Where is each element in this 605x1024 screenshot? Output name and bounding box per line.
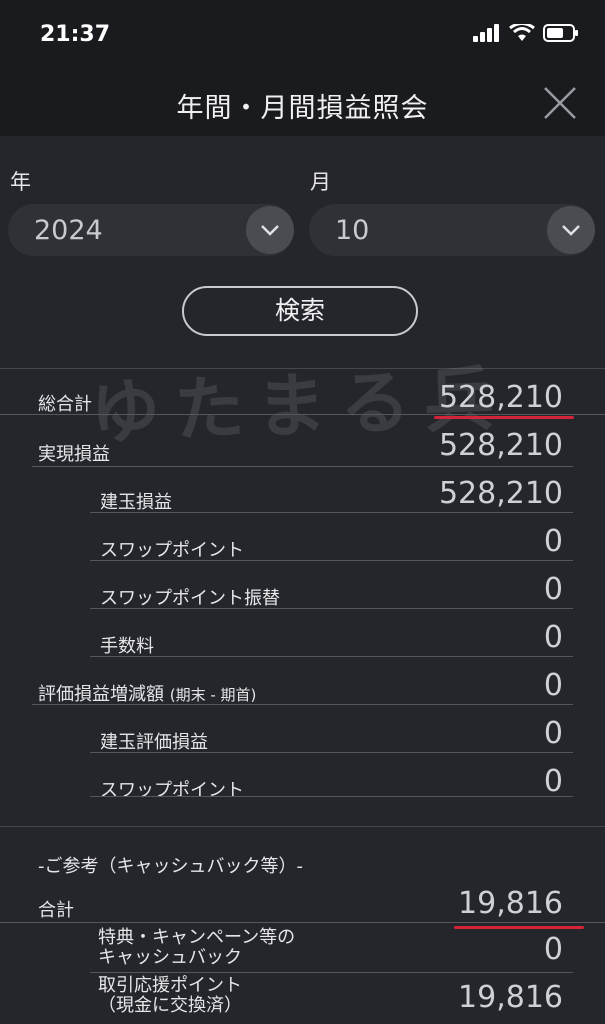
summary-row: 建玉評価損益 0 (0, 714, 605, 758)
close-icon[interactable] (541, 84, 579, 122)
year-select[interactable]: 2024 (8, 204, 294, 256)
month-select[interactable]: 10 (309, 204, 595, 256)
row-line (32, 466, 573, 467)
signal-icon (473, 24, 499, 42)
row-value: 0 (543, 572, 563, 607)
reference-total-value: 19,816 (458, 886, 563, 921)
chevron-down-icon[interactable] (547, 206, 595, 254)
row-line (32, 704, 573, 705)
filter-panel: 年 2024 月 10 検索 (0, 136, 605, 368)
highlight-underline (434, 416, 574, 419)
row-value: 19,816 (458, 980, 563, 1015)
summary-row: 手数料 0 (0, 618, 605, 662)
row-label-line1: 取引応援ポイント (98, 975, 242, 996)
search-button[interactable]: 検索 (182, 286, 418, 336)
row-label: 建玉評価損益 (100, 732, 208, 753)
row-label-sub: (期末 - 期首) (169, 686, 257, 704)
row-label: 手数料 (100, 636, 154, 657)
total-label: 総合計 (38, 394, 92, 415)
row-label-line2: キャッシュバック (98, 947, 242, 968)
row-value: 0 (543, 620, 563, 655)
reference-heading-row: -ご参考（キャッシュバック等）- (0, 850, 605, 880)
row-line (90, 512, 573, 513)
row-line (90, 560, 573, 561)
row-line (90, 796, 573, 797)
row-value: 0 (543, 668, 563, 703)
summary-row: スワップポイント 0 (0, 522, 605, 566)
reference-total-label: 合計 (38, 900, 74, 921)
divider (0, 826, 605, 827)
status-bar: 21:37 (0, 0, 605, 70)
row-label: スワップポイント振替 (100, 588, 280, 609)
summary-row: スワップポイント振替 0 (0, 570, 605, 614)
reference-heading: -ご参考（キャッシュバック等）- (38, 856, 303, 877)
total-value: 528,210 (438, 380, 563, 415)
year-value: 2024 (34, 215, 103, 246)
reference-row: 取引応援ポイント （現金に交換済） 19,816 (0, 974, 605, 1024)
row-label-line2: （現金に交換済） (98, 995, 242, 1016)
row-line (0, 414, 605, 415)
wifi-icon (509, 24, 535, 41)
month-label: 月 (310, 170, 331, 194)
row-line (90, 752, 573, 753)
chevron-down-icon[interactable] (246, 206, 294, 254)
row-line (90, 608, 573, 609)
row-label: 評価損益増減額 (期末 - 期首) (38, 680, 256, 706)
header: 年間・月間損益照会 (0, 70, 605, 136)
summary-row-realized: 実現損益 528,210 (0, 426, 605, 470)
row-value: 0 (543, 764, 563, 799)
row-label-line1: 特典・キャンペーン等の (98, 927, 296, 948)
row-line (90, 656, 573, 657)
battery-icon (543, 24, 578, 42)
total-row: 総合計 528,210 (0, 378, 605, 418)
row-label: スワップポイント (100, 780, 244, 801)
row-value: 0 (543, 932, 563, 967)
row-line (90, 972, 573, 973)
reference-total-row: 合計 19,816 (0, 884, 605, 924)
year-label: 年 (10, 170, 31, 194)
summary-row-valuation-change: 評価損益増減額 (期末 - 期首) 0 (0, 666, 605, 710)
row-line (0, 922, 605, 923)
page-title: 年間・月間損益照会 (176, 93, 429, 124)
row-value: 0 (543, 716, 563, 751)
row-value: 528,210 (438, 476, 563, 511)
status-time: 21:37 (40, 22, 111, 47)
row-value: 0 (543, 524, 563, 559)
row-value: 528,210 (438, 428, 563, 463)
row-label: 特典・キャンペーン等の キャッシュバック (98, 928, 295, 968)
row-label: 実現損益 (38, 444, 110, 465)
row-label-main: 評価損益増減額 (38, 684, 164, 705)
summary-row: スワップポイント 0 (0, 762, 605, 806)
row-label: 取引応援ポイント （現金に交換済） (98, 976, 242, 1016)
row-label: 建玉損益 (100, 492, 172, 513)
status-icons (473, 24, 579, 42)
row-label: スワップポイント (100, 540, 244, 561)
month-value: 10 (335, 215, 370, 246)
summary-row: 建玉損益 528,210 (0, 474, 605, 518)
reference-row: 特典・キャンペーン等の キャッシュバック 0 (0, 926, 605, 974)
